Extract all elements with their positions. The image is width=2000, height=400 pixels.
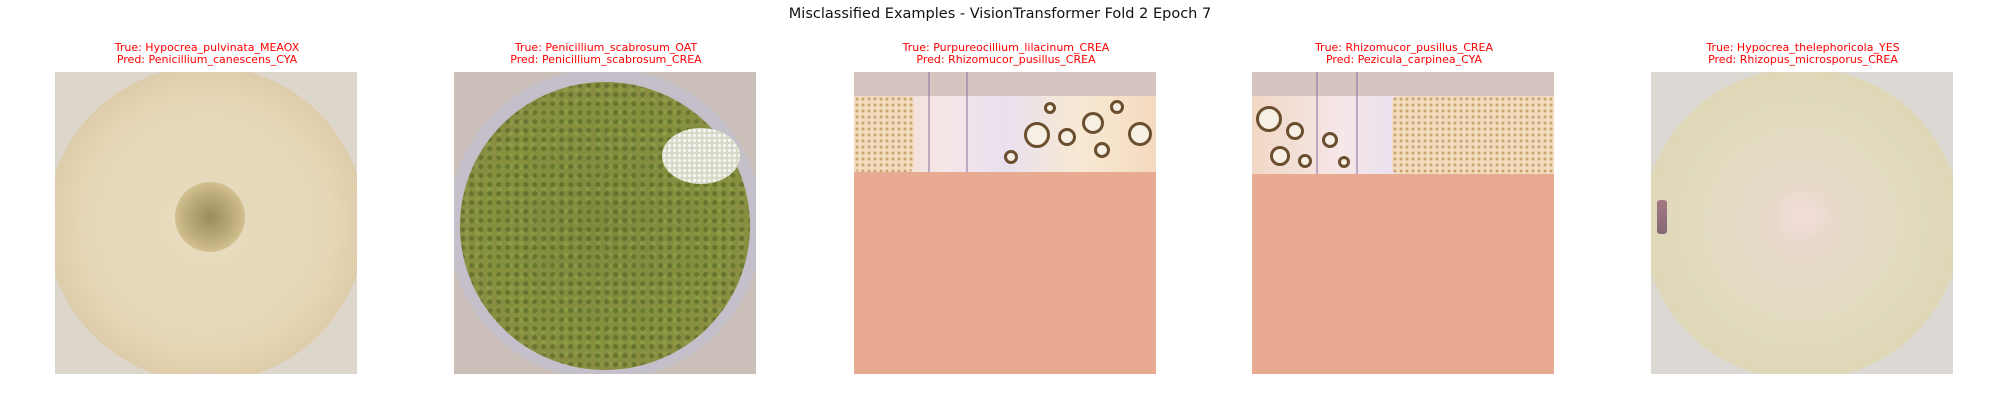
marker-stain xyxy=(1657,200,1667,234)
speckle-region xyxy=(854,96,914,172)
glass-edge xyxy=(1316,72,1318,174)
pred-label: Pred: Penicillium_scabrosum_CREA xyxy=(510,53,702,66)
green-mold-growth xyxy=(460,82,750,370)
petri-dish-image xyxy=(454,72,756,374)
bubble xyxy=(1024,122,1050,148)
panel-caption: True: Rhizomucor_pusillus_CREA Pred: Pez… xyxy=(1252,42,1556,72)
petri-dish-image xyxy=(1651,72,1953,374)
center-spot xyxy=(1777,190,1827,240)
panel-caption: True: Purpureocillium_lilacinum_CREA Pre… xyxy=(854,42,1158,72)
pred-label: Pred: Rhizopus_microsporus_CREA xyxy=(1708,53,1898,66)
pred-label: Pred: Pezicula_carpinea_CYA xyxy=(1325,53,1483,66)
example-panel-2: True: Penicillium_scabrosum_OAT Pred: Pe… xyxy=(454,42,758,374)
bubble xyxy=(1044,102,1056,114)
pred-label: Pred: Rhizomucor_pusillus_CREA xyxy=(916,53,1096,66)
bubble xyxy=(1256,106,1282,132)
example-panel-5: True: Hypocrea_thelephoricola_YES Pred: … xyxy=(1651,42,1955,374)
microscopy-collage-image xyxy=(1252,72,1554,374)
bubble xyxy=(1270,146,1290,166)
example-panel-3: True: Purpureocillium_lilacinum_CREA Pre… xyxy=(854,42,1158,374)
petri-dish-image xyxy=(55,72,357,374)
bubble xyxy=(1004,150,1018,164)
bubble xyxy=(1058,128,1076,146)
padding-bar xyxy=(1252,72,1554,96)
glass-edge xyxy=(966,72,968,172)
bubble xyxy=(1094,142,1110,158)
bubble xyxy=(1128,122,1152,146)
panel-caption: True: Hypocrea_pulvinata_MEAOX Pred: Pen… xyxy=(55,42,359,72)
panel-caption: True: Penicillium_scabrosum_OAT Pred: Pe… xyxy=(454,42,758,72)
speckle-region xyxy=(1392,96,1554,174)
example-panel-4: True: Rhizomucor_pusillus_CREA Pred: Pez… xyxy=(1252,42,1556,374)
bubble xyxy=(1082,112,1104,134)
glass-edge xyxy=(928,72,930,172)
glass-edge xyxy=(1356,72,1358,174)
bubble xyxy=(1286,122,1304,140)
panel-caption: True: Hypocrea_thelephoricola_YES Pred: … xyxy=(1651,42,1955,72)
example-panel-1: True: Hypocrea_pulvinata_MEAOX Pred: Pen… xyxy=(55,42,359,374)
pred-label: Pred: Penicillium_canescens_CYA xyxy=(116,53,298,66)
bubble xyxy=(1110,100,1124,114)
padding-bar xyxy=(854,72,1156,96)
fungal-colony xyxy=(175,182,245,252)
figure-title: Misclassified Examples - VisionTransform… xyxy=(788,6,1212,22)
bubble xyxy=(1322,132,1338,148)
bubble xyxy=(1298,154,1312,168)
white-colony xyxy=(662,128,740,184)
microscopy-collage-image xyxy=(854,72,1156,374)
bubble xyxy=(1338,156,1350,168)
